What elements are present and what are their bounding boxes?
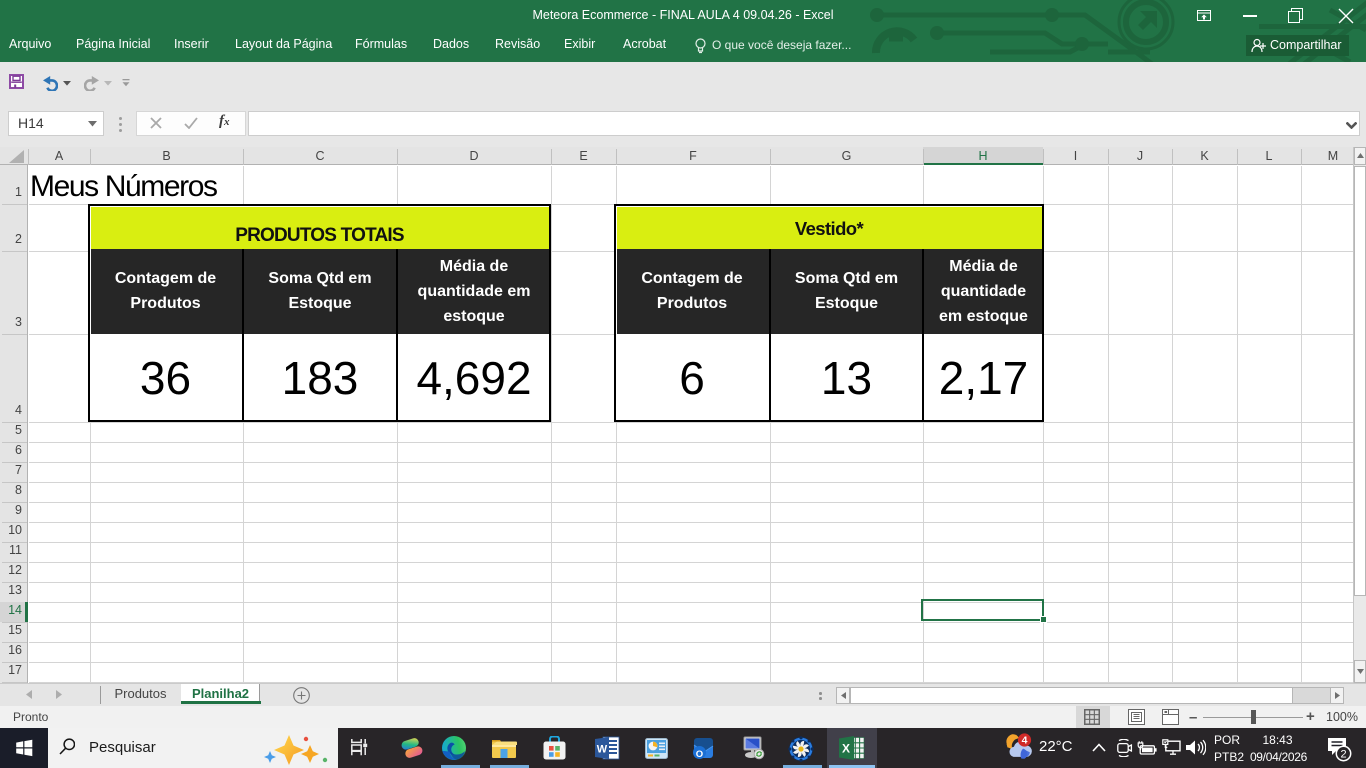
svg-text:4: 4: [1022, 735, 1028, 747]
svg-text:O: O: [696, 749, 703, 760]
svg-text:W: W: [597, 744, 608, 756]
svg-text:X: X: [842, 742, 850, 756]
svg-text:2: 2: [1340, 749, 1346, 761]
